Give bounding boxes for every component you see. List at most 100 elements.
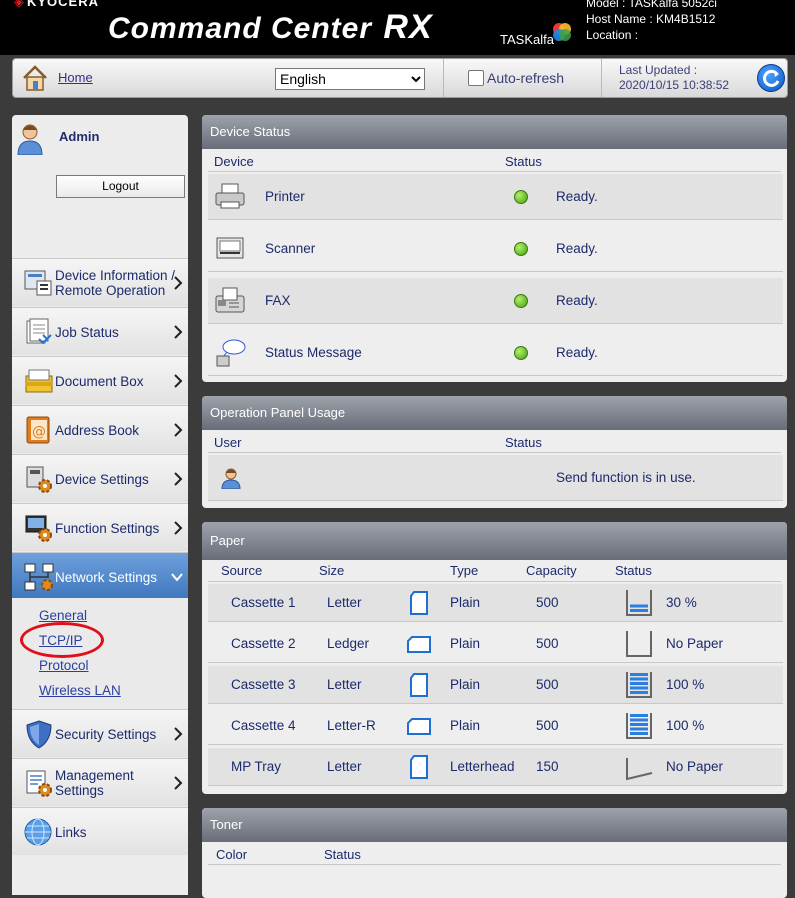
network-settings-icon: [24, 563, 54, 591]
last-updated-value: 2020/10/15 10:38:52: [619, 78, 730, 92]
paper-type: Plain: [450, 718, 481, 733]
submenu-protocol[interactable]: Protocol: [39, 658, 89, 673]
paper-status: 30 %: [666, 595, 697, 610]
home-link[interactable]: Home: [58, 70, 93, 85]
paper-status: No Paper: [666, 636, 724, 651]
device-status: Ready.: [556, 189, 598, 204]
paper-status: 100 %: [666, 718, 705, 733]
divider: [208, 171, 781, 172]
paper-status: No Paper: [666, 759, 724, 774]
paper-type: Plain: [450, 636, 481, 651]
paper-size: Letter: [327, 677, 362, 692]
status-led-icon: [514, 294, 528, 308]
paper-type: Letterhead: [450, 759, 515, 774]
device-name: Printer: [265, 189, 305, 204]
paper-row: MP Tray Letter Letterhead 150 No Paper: [208, 748, 783, 786]
panel-title: Paper: [202, 522, 787, 560]
divider: [208, 864, 781, 865]
column-header: User: [214, 435, 242, 450]
paper-capacity: 500: [536, 595, 559, 610]
nav-label: Management: [55, 768, 134, 783]
device-status-panel: Device Status Device Status Printer Read…: [202, 115, 787, 382]
address-book-icon: @: [26, 416, 50, 444]
paper-row: Cassette 1 Letter Plain 500 30 %: [208, 584, 783, 622]
column-header: Type: [450, 563, 479, 578]
admin-user-icon: [17, 124, 43, 155]
submenu-wireless-lan[interactable]: Wireless LAN: [39, 683, 121, 698]
status-led-icon: [514, 242, 528, 256]
paper-landscape-icon: [407, 636, 431, 653]
chevron-right-icon: [174, 325, 183, 339]
refresh-icon: [763, 69, 780, 87]
paper-type: Plain: [450, 595, 481, 610]
status-message-icon: [216, 339, 246, 367]
operation-panel-usage: Operation Panel Usage User Status Send f…: [202, 396, 787, 508]
chevron-right-icon: [174, 423, 183, 437]
tray-level-gauge-icon: [626, 590, 652, 616]
device-status: Ready.: [556, 241, 598, 256]
panel-title: Device Status: [202, 115, 787, 149]
auto-refresh-label[interactable]: Auto-refresh: [487, 70, 564, 86]
fax-icon: [215, 287, 245, 313]
auto-refresh-checkbox[interactable]: [468, 70, 484, 86]
device-info: Model : TASKalfa 5052ci Host Name : KM4B…: [586, 0, 717, 43]
column-header: Status: [505, 435, 542, 450]
nav-device-information[interactable]: Device Information / Remote Operation: [12, 258, 188, 306]
status-led-icon: [514, 346, 528, 360]
column-header: Status: [324, 847, 361, 862]
taskalfa-logo-icon: [553, 23, 571, 41]
nav-label: Address Book: [55, 422, 140, 438]
column-header: Source: [221, 563, 263, 578]
nav-label: Document Box: [55, 373, 144, 389]
refresh-button[interactable]: [757, 64, 785, 92]
sidebar: Admin Logout Device Information / Remote …: [12, 115, 188, 895]
job-status-icon: [26, 318, 52, 345]
home-icon[interactable]: [21, 64, 49, 92]
chevron-right-icon: [174, 727, 183, 741]
nav-address-book[interactable]: @ Address Book: [12, 405, 188, 453]
column-header: Capacity: [526, 563, 577, 578]
paper-capacity: 500: [536, 718, 559, 733]
tray-level-gauge-icon: [626, 631, 652, 657]
paper-source: Cassette 3: [231, 677, 296, 692]
chevron-right-icon: [174, 472, 183, 486]
nav-label: Function Settings: [55, 520, 160, 536]
submenu-general[interactable]: General: [39, 608, 87, 623]
status-led-icon: [514, 190, 528, 204]
tray-level-gauge-icon: [626, 758, 653, 781]
paper-capacity: 500: [536, 636, 559, 651]
chevron-down-icon: [171, 573, 183, 582]
paper-status: 100 %: [666, 677, 705, 692]
paper-source: Cassette 2: [231, 636, 296, 651]
usage-row: Send function is in use.: [208, 455, 783, 501]
paper-capacity: 150: [536, 759, 559, 774]
column-header: Status: [505, 154, 542, 169]
kyocera-logo: ◈ KYOCERA: [14, 0, 100, 9]
language-select[interactable]: English: [275, 68, 425, 90]
nav-device-settings[interactable]: Device Settings: [12, 454, 188, 502]
nav-network-settings[interactable]: Network Settings: [12, 552, 188, 600]
logout-button[interactable]: Logout: [56, 175, 185, 198]
paper-source: Cassette 4: [231, 718, 296, 733]
svg-text:@: @: [32, 424, 46, 440]
nav-job-status[interactable]: Job Status: [12, 307, 188, 355]
nav-label: Job Status: [55, 324, 119, 340]
nav-document-box[interactable]: Document Box: [12, 356, 188, 404]
toolbar: Home English Auto-refresh Last Updated :…: [12, 58, 788, 98]
nav-security-settings[interactable]: Security Settings: [12, 709, 188, 757]
device-info-icon: [24, 270, 52, 296]
highlight-circle: [20, 622, 104, 658]
chevron-right-icon: [174, 276, 183, 290]
device-row: Scanner Ready.: [208, 226, 783, 272]
device-name: Scanner: [265, 241, 316, 256]
paper-landscape-icon: [407, 718, 431, 735]
device-name: FAX: [265, 293, 291, 308]
nav-management-settings[interactable]: Management Settings: [12, 758, 188, 806]
paper-portrait-icon: [410, 755, 428, 779]
nav-function-settings[interactable]: Function Settings: [12, 503, 188, 551]
paper-panel: Paper Source Size Type Capacity Status C…: [202, 522, 787, 794]
nav-links[interactable]: Links: [12, 807, 188, 855]
device-row: Printer Ready.: [208, 174, 783, 220]
paper-row: Cassette 3 Letter Plain 500 100 %: [208, 666, 783, 704]
column-header: Status: [615, 563, 652, 578]
